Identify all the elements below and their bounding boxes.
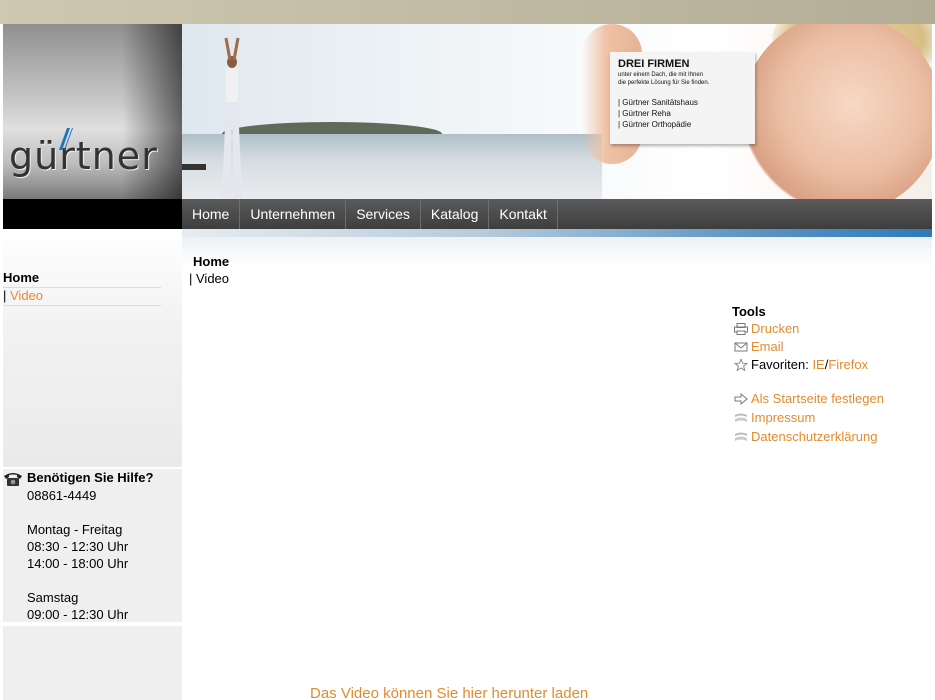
help-saturday-hours: 09:00 - 12:30 Uhr xyxy=(27,607,129,622)
nav-item-home[interactable]: Home xyxy=(182,199,241,229)
logo-panel: gürtner xyxy=(3,24,182,199)
card-company-item: | Gürtner Reha xyxy=(618,109,671,118)
help-phone: 08861-4449 xyxy=(27,488,97,503)
tool-email: Email xyxy=(734,339,784,354)
help-weekday-label: Montag - Freitag xyxy=(27,522,123,537)
arrow-right-icon xyxy=(734,392,748,405)
logo-footer-bar xyxy=(3,199,182,229)
favorites-label: Favoriten: xyxy=(751,357,809,372)
banner-business-card: DREI FIRMEN unter einem Dach, die mit Ih… xyxy=(610,52,755,144)
printer-icon xyxy=(734,322,748,335)
nav-item-katalog[interactable]: Katalog xyxy=(421,199,490,229)
sidebar-link-video[interactable]: Video xyxy=(10,288,43,303)
help-weekday-hours: 08:30 - 12:30 Uhr xyxy=(27,539,129,554)
video-download-link[interactable]: Das Video können Sie hier herunter laden xyxy=(310,685,588,700)
privacy-link[interactable]: Datenschutzerklärung xyxy=(751,429,877,444)
header-banner: DREI FIRMEN unter einem Dach, die mit Ih… xyxy=(182,24,932,199)
tool-impressum: Impressum xyxy=(734,410,815,425)
help-title: Benötigen Sie Hilfe? xyxy=(27,470,154,485)
impressum-link[interactable]: Impressum xyxy=(751,410,815,425)
breadcrumb-current: | Video xyxy=(189,271,230,286)
help-contact-info: 08861-4449 Montag - Freitag 08:30 - 12:3… xyxy=(27,487,128,623)
tool-privacy: Datenschutzerklärung xyxy=(734,429,877,444)
sidebar-separator: | xyxy=(3,288,10,303)
help-weekday-hours: 14:00 - 18:00 Uhr xyxy=(27,556,129,571)
accent-strip xyxy=(182,229,932,237)
tools-title: Tools xyxy=(732,304,766,319)
card-company-item: | Gürtner Orthopädie xyxy=(618,120,692,129)
favorites-ie-link[interactable]: IE xyxy=(812,357,824,372)
tool-startpage: Als Startseite festlegen xyxy=(734,391,884,406)
logo-accent-icon xyxy=(59,128,73,150)
tool-favorites: Favoriten: IE / Firefox xyxy=(734,357,868,372)
nav-item-unternehmen[interactable]: Unternehmen xyxy=(240,199,347,229)
print-link[interactable]: Drucken xyxy=(751,321,799,336)
envelope-icon xyxy=(734,342,748,351)
sidebar-item-video: | Video xyxy=(3,288,161,306)
card-company-item: | Gürtner Sanitätshaus xyxy=(618,98,698,107)
sidebar-panel xyxy=(3,229,182,467)
sidebar-bottom-panel xyxy=(3,626,182,700)
main-nav: Home Unternehmen Services Katalog Kontak… xyxy=(182,199,932,229)
info-icon xyxy=(735,413,747,422)
star-icon xyxy=(734,358,748,371)
content-fade xyxy=(182,237,932,267)
top-strip xyxy=(0,0,935,24)
help-saturday-label: Samstag xyxy=(27,590,79,605)
card-subtitle: unter einem Dach, die mit Ihnen die perf… xyxy=(618,72,710,86)
privacy-icon xyxy=(735,432,747,441)
card-company-list: | Gürtner Sanitätshaus | Gürtner Reha | … xyxy=(618,97,747,130)
phone-icon xyxy=(4,473,22,486)
banner-pier xyxy=(182,164,206,170)
nav-item-kontakt[interactable]: Kontakt xyxy=(489,199,558,229)
sidebar-item-home[interactable]: Home xyxy=(3,270,161,288)
logo: gürtner xyxy=(9,134,158,178)
startpage-link[interactable]: Als Startseite festlegen xyxy=(751,391,884,406)
email-link[interactable]: Email xyxy=(751,339,784,354)
card-title: DREI FIRMEN xyxy=(618,58,690,70)
breadcrumb-home[interactable]: Home xyxy=(193,254,229,269)
favorites-firefox-link[interactable]: Firefox xyxy=(828,357,868,372)
banner-face xyxy=(742,24,932,199)
banner-woman-figure xyxy=(222,37,242,198)
nav-item-services[interactable]: Services xyxy=(346,199,421,229)
tool-print: Drucken xyxy=(734,321,799,336)
